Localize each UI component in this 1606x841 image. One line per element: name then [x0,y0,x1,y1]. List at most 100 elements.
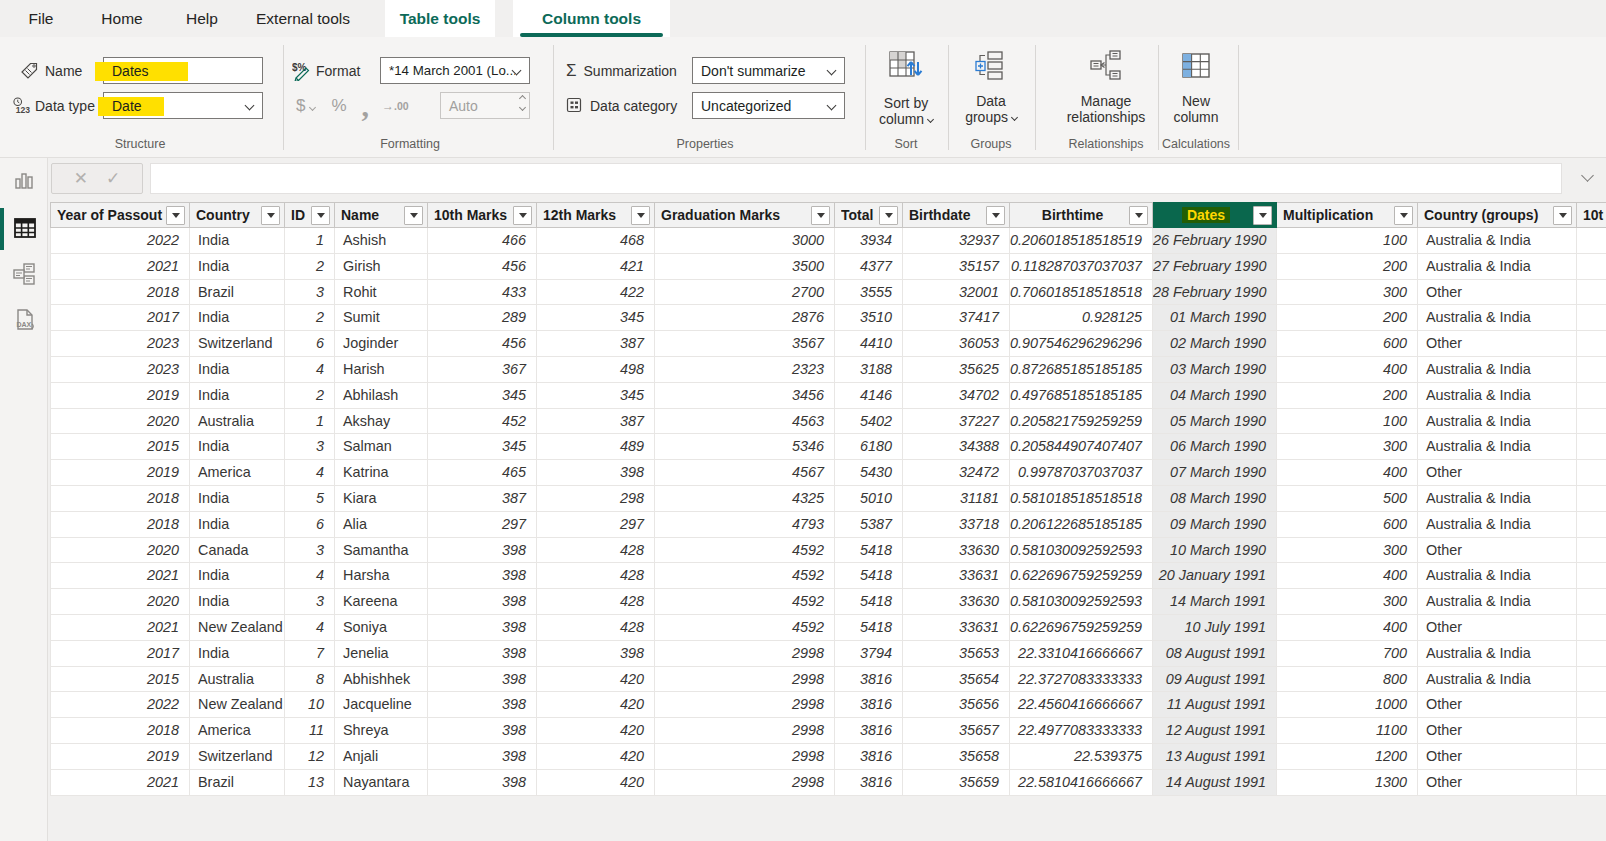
table-cell[interactable]: 3 [285,589,335,615]
table-cell[interactable]: 2 [285,383,335,409]
table-cell[interactable]: 12 [285,744,335,770]
table-cell[interactable]: 0.118287037037037 [1010,254,1153,280]
table-cell[interactable]: 0.581030092592593 [1010,538,1153,564]
table-cell[interactable]: 100 [1277,228,1418,254]
table-cell[interactable]: 0.928125 [1010,305,1153,331]
table-cell[interactable]: 2020 [50,409,190,435]
table-cell[interactable]: 498 [537,357,655,383]
table-cell[interactable]: 37227 [903,409,1010,435]
table-cell[interactable]: 3934 [835,228,903,254]
filter-icon[interactable] [811,206,830,225]
table-cell[interactable]: 33718 [903,512,1010,538]
table-cell[interactable]: 35658 [903,744,1010,770]
table-cell[interactable]: 2022 [50,228,190,254]
table-cell[interactable]: 3 [285,434,335,460]
table-cell[interactable]: 09 August 1991 [1153,667,1277,693]
table-cell[interactable]: 0.622696759259259 [1010,615,1153,641]
table-cell[interactable]: 300 [1277,434,1418,460]
table-cell[interactable]: 34702 [903,383,1010,409]
table-cell[interactable]: 2323 [655,357,835,383]
table-cell[interactable]: Girish [335,254,428,280]
table-cell[interactable]: 34388 [903,434,1010,460]
table-cell[interactable]: Australia & India [1418,486,1577,512]
table-cell[interactable]: 08 August 1991 [1153,641,1277,667]
table-cell[interactable]: 08 March 1990 [1153,486,1277,512]
table-cell[interactable]: 2018 [50,718,190,744]
table-cell[interactable]: 7 [285,641,335,667]
table-cell[interactable]: Australia & India [1418,641,1577,667]
table-cell[interactable]: 31181 [903,486,1010,512]
table-cell[interactable]: Other [1418,770,1577,796]
table-cell[interactable]: 200 [1277,305,1418,331]
table-cell[interactable]: 297 [428,512,537,538]
table-cell[interactable]: 6 [285,512,335,538]
table-cell[interactable]: 22.4560416666667 [1010,692,1153,718]
column-header-multiplication[interactable]: Multiplication [1277,202,1418,228]
table-cell[interactable]: 2020 [50,589,190,615]
table-cell[interactable]: 5 [285,486,335,512]
table-cell[interactable]: 11 August 1991 [1153,692,1277,718]
table-cell[interactable]: 4592 [655,589,835,615]
table-cell[interactable]: 2021 [50,770,190,796]
table-cell[interactable]: 456 [428,331,537,357]
table-cell[interactable]: 3 [285,538,335,564]
table-cell[interactable]: Salman [335,434,428,460]
confirm-icon[interactable]: ✓ [106,168,120,189]
table-cell[interactable]: 32001 [903,280,1010,306]
table-cell[interactable] [1577,563,1606,589]
table-cell[interactable]: 5418 [835,615,903,641]
table-cell[interactable]: Other [1418,280,1577,306]
table-cell[interactable]: 387 [428,486,537,512]
table-cell[interactable]: 4 [285,615,335,641]
table-cell[interactable]: Switzerland [190,331,285,357]
column-header-id[interactable]: ID [285,202,335,228]
table-cell[interactable]: 27 February 1990 [1153,254,1277,280]
table-cell[interactable]: Alia [335,512,428,538]
table-cell[interactable]: Australia & India [1418,434,1577,460]
table-cell[interactable]: 36053 [903,331,1010,357]
table-cell[interactable]: India [190,563,285,589]
filter-icon[interactable] [1129,206,1148,225]
filter-icon[interactable] [513,206,532,225]
table-cell[interactable]: 5418 [835,563,903,589]
table-cell[interactable]: Shreya [335,718,428,744]
table-cell[interactable]: 600 [1277,331,1418,357]
table-cell[interactable]: 13 [285,770,335,796]
table-cell[interactable]: 3555 [835,280,903,306]
table-cell[interactable]: 398 [428,615,537,641]
table-cell[interactable]: Australia [190,409,285,435]
table-cell[interactable] [1577,718,1606,744]
table-cell[interactable]: 0.622696759259259 [1010,563,1153,589]
table-cell[interactable]: 420 [537,667,655,693]
table-cell[interactable]: 2018 [50,280,190,306]
table-cell[interactable]: Australia & India [1418,228,1577,254]
table-cell[interactable]: 3 [285,280,335,306]
table-cell[interactable]: 100 [1277,409,1418,435]
table-cell[interactable]: 2020 [50,538,190,564]
table-cell[interactable]: 26 February 1990 [1153,228,1277,254]
table-cell[interactable]: Abhishhek [335,667,428,693]
table-cell[interactable]: 2018 [50,512,190,538]
summarization-select[interactable]: Don't summarize [692,57,845,84]
table-cell[interactable]: 2015 [50,434,190,460]
table-cell[interactable]: 35657 [903,718,1010,744]
table-cell[interactable]: 298 [537,486,655,512]
table-cell[interactable]: 0.581018518518518 [1010,486,1153,512]
table-cell[interactable]: Other [1418,744,1577,770]
table-cell[interactable]: 22.3727083333333 [1010,667,1153,693]
table-cell[interactable]: 0.206122685185185 [1010,512,1153,538]
column-header-country-groups-[interactable]: Country (groups) [1418,202,1577,228]
table-cell[interactable]: India [190,228,285,254]
table-cell[interactable]: 428 [537,615,655,641]
table-cell[interactable]: 0.581030092592593 [1010,589,1153,615]
table-cell[interactable]: 6 [285,331,335,357]
table-cell[interactable]: 10 July 1991 [1153,615,1277,641]
table-cell[interactable]: 5430 [835,460,903,486]
table-cell[interactable]: 2998 [655,718,835,744]
table-cell[interactable]: 200 [1277,254,1418,280]
table-cell[interactable]: 4 [285,563,335,589]
table-cell[interactable]: 5418 [835,589,903,615]
table-cell[interactable]: 400 [1277,460,1418,486]
table-cell[interactable]: Rohit [335,280,428,306]
table-cell[interactable]: 422 [537,280,655,306]
